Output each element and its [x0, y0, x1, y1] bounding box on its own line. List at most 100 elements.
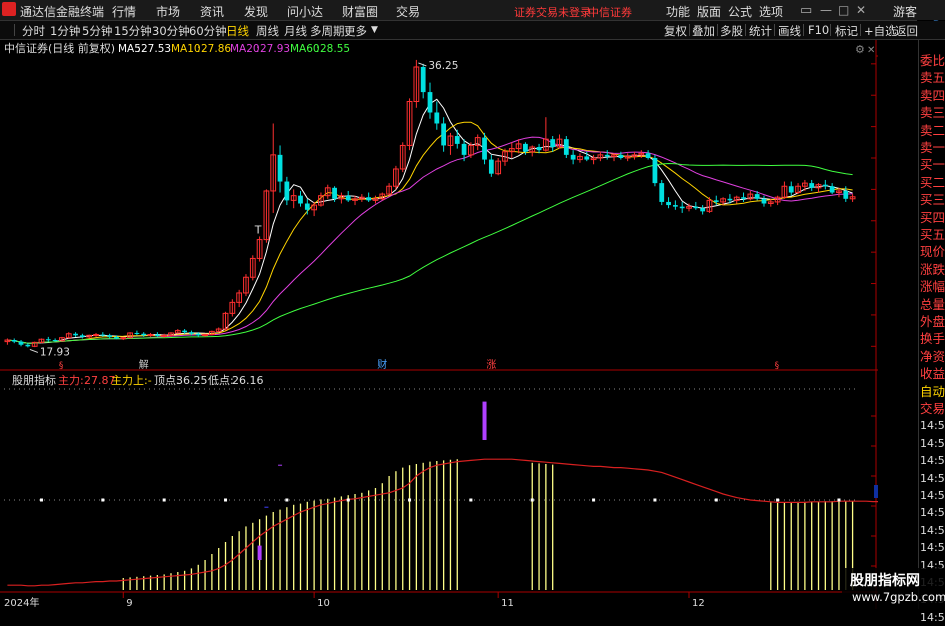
sidebar-item: 委比 — [920, 53, 945, 68]
candle-body — [332, 187, 337, 199]
guest-label[interactable]: 游客 — [893, 3, 917, 20]
candle-body — [461, 143, 467, 155]
watermark-url: www.7gpzb.com — [852, 590, 945, 604]
period-5min[interactable]: 5分钟 — [82, 23, 112, 39]
period-multi[interactable]: 多周期 — [310, 23, 345, 39]
dot-marker — [714, 498, 718, 502]
ma5-value: 27.53 — [141, 43, 171, 55]
minimize-icon[interactable]: ▭ — [800, 3, 812, 18]
ma10-colon: : — [197, 43, 201, 55]
broker-name[interactable]: 中信证券 — [588, 4, 632, 20]
candle-body — [482, 137, 487, 160]
period-daily[interactable]: 日线 — [226, 23, 249, 39]
menu-wealth-circle[interactable]: 财富圈 — [342, 3, 378, 20]
sidebar-item: 14:56 — [920, 523, 945, 537]
sidebar-item: 买五 — [920, 227, 945, 242]
sub-top-value: 36.25 — [176, 374, 208, 387]
more-dropdown-icon[interactable]: ▼ — [371, 25, 378, 35]
candle-body — [488, 159, 494, 174]
period-15min[interactable]: 15分钟 — [114, 23, 152, 39]
event-dot-marker: § — [775, 361, 780, 371]
quote-sidebar: 委比 卖五 卖四 卖三 卖二 卖一 买一 买二 买三 买四 买五 现价 涨跌 涨幅 总量 外盘 换手 净资 收益 自动… — [918, 40, 945, 624]
candle-body — [604, 154, 610, 157]
toolbar-stats[interactable]: 统计 — [749, 23, 772, 39]
ma-line-ma5 — [7, 98, 853, 344]
sidebar-item: 14:56 — [920, 610, 945, 624]
menu-layout[interactable]: 版面 — [697, 3, 721, 20]
candle-body — [713, 200, 719, 202]
candle-body — [202, 334, 208, 337]
candle-body — [822, 184, 828, 187]
ma-lines — [7, 98, 853, 344]
sidebar-item: 现价 — [920, 244, 945, 260]
period-toolbar: 分时 1分钟 5分钟 15分钟 30分钟 60分钟 日线 周线 月线 多周期 更… — [0, 21, 945, 40]
candle-body — [788, 186, 794, 193]
login-notice[interactable]: 证券交易未登录 — [514, 4, 591, 20]
dot-marker — [285, 498, 289, 502]
candle-body — [304, 203, 310, 210]
menu-function[interactable]: 功能 — [666, 3, 690, 20]
dot-marker — [224, 498, 228, 502]
window-min-icon[interactable]: — — [820, 3, 832, 17]
menu-formula[interactable]: 公式 — [728, 3, 752, 20]
kline-chart[interactable]: 36.0034.0032.0030.0028.0026.0024.0022.00… — [0, 40, 878, 609]
toolbar-back[interactable]: 返回 — [895, 23, 918, 39]
candle-body — [161, 334, 168, 337]
toolbar-mark[interactable]: 标记 — [835, 23, 858, 39]
candle-body — [11, 340, 17, 342]
candle-body — [652, 158, 658, 184]
sidebar-item: 涨跌 — [920, 261, 945, 277]
window-close-icon[interactable]: ✕ — [856, 3, 866, 17]
settings-icon[interactable]: ⚙ — [855, 43, 865, 56]
period-intraday[interactable]: 分时 — [22, 23, 45, 39]
candle-body — [107, 335, 113, 337]
watermark-title: 股朋指标网 — [850, 573, 920, 589]
menu-xiaoda[interactable]: 问小达 — [287, 3, 323, 20]
window-max-icon[interactable]: □ — [838, 3, 849, 17]
period-1min[interactable]: 1分钟 — [50, 23, 80, 39]
sub-main-label: 主力: — [58, 374, 84, 387]
dot-marker — [162, 498, 166, 502]
ma-line-ma10 — [7, 121, 853, 344]
candle-body — [727, 198, 733, 201]
candle-body — [741, 197, 746, 199]
candle-body — [195, 333, 201, 336]
menu-discover[interactable]: 发现 — [244, 3, 268, 20]
period-30min[interactable]: 30分钟 — [152, 23, 190, 39]
sidebar-item: 卖五 — [920, 70, 945, 86]
sidebar-item: 交易 — [920, 401, 945, 416]
period-weekly[interactable]: 周线 — [256, 23, 279, 39]
period-60min[interactable]: 60分钟 — [189, 23, 227, 39]
sidebar-item: 买一 — [920, 157, 945, 173]
price-axis: 36.0034.0032.0030.0028.0026.0024.0022.00… — [871, 63, 876, 597]
sidebar-item: 自动 — [920, 383, 945, 399]
sub-title: 股朋指标 — [12, 373, 56, 387]
candle-body — [645, 153, 651, 158]
candle-body — [182, 330, 188, 333]
period-monthly[interactable]: 月线 — [284, 23, 307, 39]
ma10-value: 27.86 — [201, 43, 231, 55]
candle-body — [73, 333, 78, 336]
toolbar-draw[interactable]: 画线 — [778, 23, 801, 39]
sidebar-item: 14:56 — [920, 541, 945, 555]
candle-body — [427, 92, 433, 113]
collapse-icon[interactable]: ✕ — [867, 45, 875, 56]
toolbar-overlay[interactable]: 叠加 — [692, 23, 715, 39]
menu-market[interactable]: 市场 — [156, 3, 180, 20]
toolbar-multi-stock[interactable]: 多股 — [720, 23, 743, 39]
candle-body — [563, 139, 569, 155]
dot-marker — [469, 498, 473, 502]
sidebar-item: 卖三 — [920, 105, 945, 121]
sidebar-item: 外盘 — [920, 314, 945, 329]
menu-news[interactable]: 资讯 — [200, 3, 224, 20]
toolbar-rights-adjust[interactable]: 复权 — [664, 23, 687, 39]
period-more[interactable]: 更多 — [344, 23, 367, 39]
menu-trade[interactable]: 交易 — [396, 3, 420, 20]
menu-options[interactable]: 选项 — [759, 3, 783, 20]
candle-body — [666, 201, 671, 206]
stock-label: 中信证券(日线 前复权) — [4, 41, 115, 55]
menu-quotes[interactable]: 行情 — [112, 3, 136, 20]
candle-body — [79, 335, 85, 337]
toolbar-f10[interactable]: F10 — [808, 23, 829, 37]
low-label: 17.93 — [40, 346, 70, 358]
